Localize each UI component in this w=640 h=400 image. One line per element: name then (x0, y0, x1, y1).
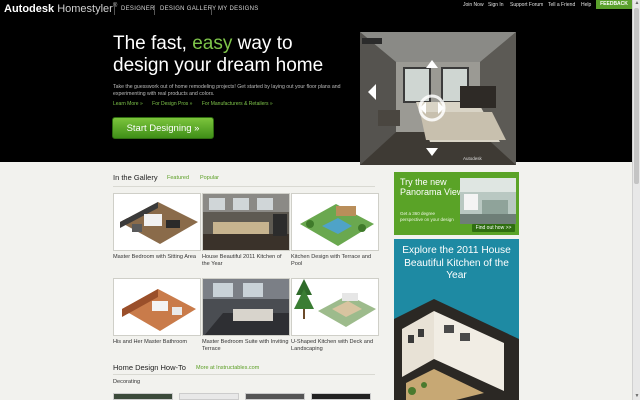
feedback-button[interactable]: FEEDBACK (596, 0, 632, 9)
nav-designer[interactable]: DESIGNER (121, 6, 155, 12)
gallery-card[interactable]: His and Her Master Bathroom (113, 278, 201, 346)
support-forum-link[interactable]: Support Forum (510, 2, 543, 8)
scroll-up-arrow-icon[interactable]: ▲ (633, 0, 640, 7)
hero-lead-text: Take the guesswork out of home remodelin… (113, 84, 341, 97)
nav-divider (211, 5, 212, 15)
gallery-thumbnail[interactable] (202, 193, 290, 251)
headline-part: way to (232, 33, 293, 54)
headline-part: design your dream home (113, 55, 324, 76)
gallery-thumbnail[interactable] (291, 278, 379, 336)
logo-product: Homestyler (57, 3, 113, 15)
gallery-card[interactable]: Kitchen Design with Terrace and Pool (291, 193, 379, 268)
kitchen-of-year-image (394, 299, 519, 400)
decorating-subhead: Decorating (113, 379, 141, 385)
howto-divider (113, 374, 375, 375)
learn-more-link[interactable]: Learn More » (113, 101, 143, 107)
hero-banner: The fast, easy way to design your dream … (0, 20, 632, 180)
headline-part: The fast, (113, 33, 193, 54)
howto-thumbnail[interactable] (179, 393, 239, 400)
panorama-title: Try the new Panorama View (400, 177, 464, 197)
gallery-title: In the Gallery (113, 173, 158, 182)
join-now-link[interactable]: Join Now (463, 2, 484, 8)
howto-thumbnail[interactable] (245, 393, 305, 400)
terrace-pool-image (292, 194, 378, 250)
howto-thumbnail[interactable] (113, 393, 173, 400)
gallery-caption[interactable]: U-Shaped Kitchen with Deck and Landscapi… (291, 339, 379, 353)
gallery-card[interactable]: U-Shaped Kitchen with Deck and Landscapi… (291, 278, 379, 353)
logo-brand: Autodesk (4, 3, 55, 15)
panorama-promo[interactable]: Try the new Panorama View Get a 360 degr… (394, 172, 519, 235)
gallery-card[interactable]: Master Bedroom Suite with Inviting Terra… (202, 278, 290, 353)
gallery-thumbnail[interactable] (291, 193, 379, 251)
gallery-caption[interactable]: Master Bedroom Suite with Inviting Terra… (202, 339, 290, 353)
bedroom-suite-image (203, 279, 289, 335)
sign-in-link[interactable]: Sign In (488, 2, 504, 8)
help-link[interactable]: Help (581, 2, 591, 8)
gallery-card[interactable]: House Beautiful 2011 Kitchen of the Year (202, 193, 290, 268)
scroll-down-arrow-icon[interactable]: ▼ (633, 393, 640, 400)
instructables-link[interactable]: More at Instructables.com (196, 365, 259, 371)
scroll-thumb[interactable] (634, 8, 639, 184)
gallery-card[interactable]: Master Bedroom with Sitting Area (113, 193, 201, 261)
nav-divider (154, 5, 155, 15)
gallery-caption[interactable]: Kitchen Design with Terrace and Pool (291, 254, 379, 268)
kitchen-promo-title: Explore the 2011 House Beautiful Kitchen… (402, 245, 511, 281)
gallery-thumbnail[interactable] (202, 278, 290, 336)
u-kitchen-image (292, 279, 378, 335)
design-pros-link[interactable]: For Design Pros » (152, 101, 192, 107)
gallery-caption[interactable]: Master Bedroom with Sitting Area (113, 254, 201, 261)
page-scrollbar[interactable]: ▲ ▼ (632, 0, 640, 400)
bathroom-plan-image (114, 279, 200, 335)
howto-thumbnail[interactable] (311, 393, 371, 400)
gallery-caption[interactable]: His and Her Master Bathroom (113, 339, 201, 346)
find-out-how-button[interactable]: Find out how >> (472, 224, 515, 232)
bedroom-render-image (360, 32, 516, 165)
gallery-divider (113, 186, 375, 187)
site-logo[interactable]: Autodesk Homestyler® (4, 3, 117, 15)
tell-a-friend-link[interactable]: Tell a Friend (548, 2, 575, 8)
image-credit: Autodesk (463, 156, 482, 161)
gallery-thumbnail[interactable] (113, 278, 201, 336)
kitchen-render-image (203, 194, 289, 250)
kitchen-of-year-promo[interactable]: Explore the 2011 House Beautiful Kitchen… (394, 239, 519, 400)
nav-divider (114, 5, 115, 15)
bedroom-plan-image (114, 194, 200, 250)
start-designing-button[interactable]: Start Designing » (112, 117, 214, 139)
top-bar: Autodesk Homestyler® DESIGNER DESIGN GAL… (0, 0, 632, 20)
panorama-subtitle: Get a 360 degree perspective on your des… (400, 211, 454, 222)
tab-popular[interactable]: Popular (200, 175, 219, 181)
tab-featured[interactable]: Featured (167, 175, 189, 181)
panorama-room-image (460, 178, 516, 224)
howto-title: Home Design How-To (113, 363, 186, 372)
nav-design-gallery[interactable]: DESIGN GALLERY (160, 6, 216, 12)
headline-highlight: easy (192, 33, 233, 54)
manufacturers-link[interactable]: For Manufacturers & Retailers » (202, 101, 273, 107)
nav-my-designs[interactable]: MY DESIGNS (218, 6, 259, 12)
hero-links: Learn More » For Design Pros » For Manuf… (113, 101, 281, 107)
gallery-thumbnail[interactable] (113, 193, 201, 251)
hero-room-render[interactable] (360, 32, 516, 165)
hero-headline: The fast, easy way to design your dream … (113, 33, 343, 77)
gallery-caption[interactable]: House Beautiful 2011 Kitchen of the Year (202, 254, 290, 268)
